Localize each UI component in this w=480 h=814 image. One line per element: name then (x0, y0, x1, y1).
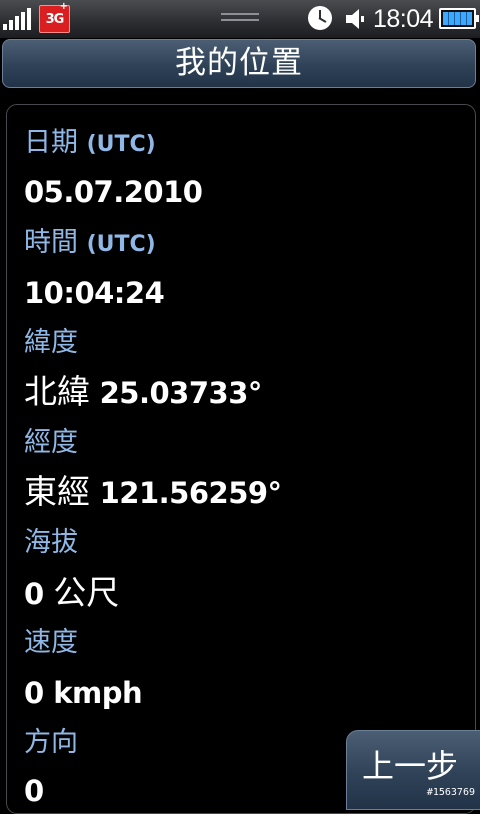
watermark: #1563769 (426, 787, 475, 798)
alarm-clock-icon (308, 6, 332, 30)
longitude-number: 121.56259° (99, 476, 282, 510)
3g-badge-icon: 3G + (39, 1, 70, 33)
altitude-value: 0 公尺 (24, 575, 119, 612)
speed-label: 速度 (24, 627, 78, 658)
longitude-label: 經度 (24, 427, 78, 458)
latitude-label: 緯度 (24, 327, 78, 358)
title-bar: 我的位置 (2, 39, 476, 88)
altitude-unit: 公尺 (53, 573, 120, 612)
back-button[interactable]: 上一步 (346, 730, 480, 810)
status-bar: 3G + 18:04 (0, 0, 480, 39)
speed-value: 0 kmph (24, 676, 143, 710)
speaker-icon (346, 9, 364, 29)
longitude-value: 東經 121.56259° (24, 474, 282, 511)
longitude-prefix: 東經 (24, 472, 90, 511)
time-label-utc: (UTC) (86, 232, 156, 257)
signal-icon (3, 8, 35, 30)
time-label: 時間 (UTC) (24, 227, 156, 258)
date-value: 05.07.2010 (24, 175, 203, 209)
latitude-value: 北緯 25.03733° (24, 374, 262, 411)
altitude-label: 海拔 (24, 527, 78, 558)
battery-icon (439, 8, 479, 29)
time-value: 10:04:24 (24, 276, 165, 310)
direction-label: 方向 (24, 727, 78, 758)
direction-value: 0 (24, 774, 44, 808)
latitude-number: 25.03733° (99, 376, 263, 410)
network-badge-plus: + (59, 1, 68, 12)
drag-handle-icon[interactable] (221, 13, 259, 25)
date-label-utc: (UTC) (86, 132, 156, 157)
page-title: 我的位置 (175, 45, 303, 81)
latitude-prefix: 北緯 (24, 372, 90, 411)
date-label: 日期 (UTC) (24, 127, 156, 158)
network-badge-text: 3G (45, 12, 65, 27)
status-time: 18:04 (373, 5, 434, 33)
altitude-number: 0 (24, 577, 44, 611)
